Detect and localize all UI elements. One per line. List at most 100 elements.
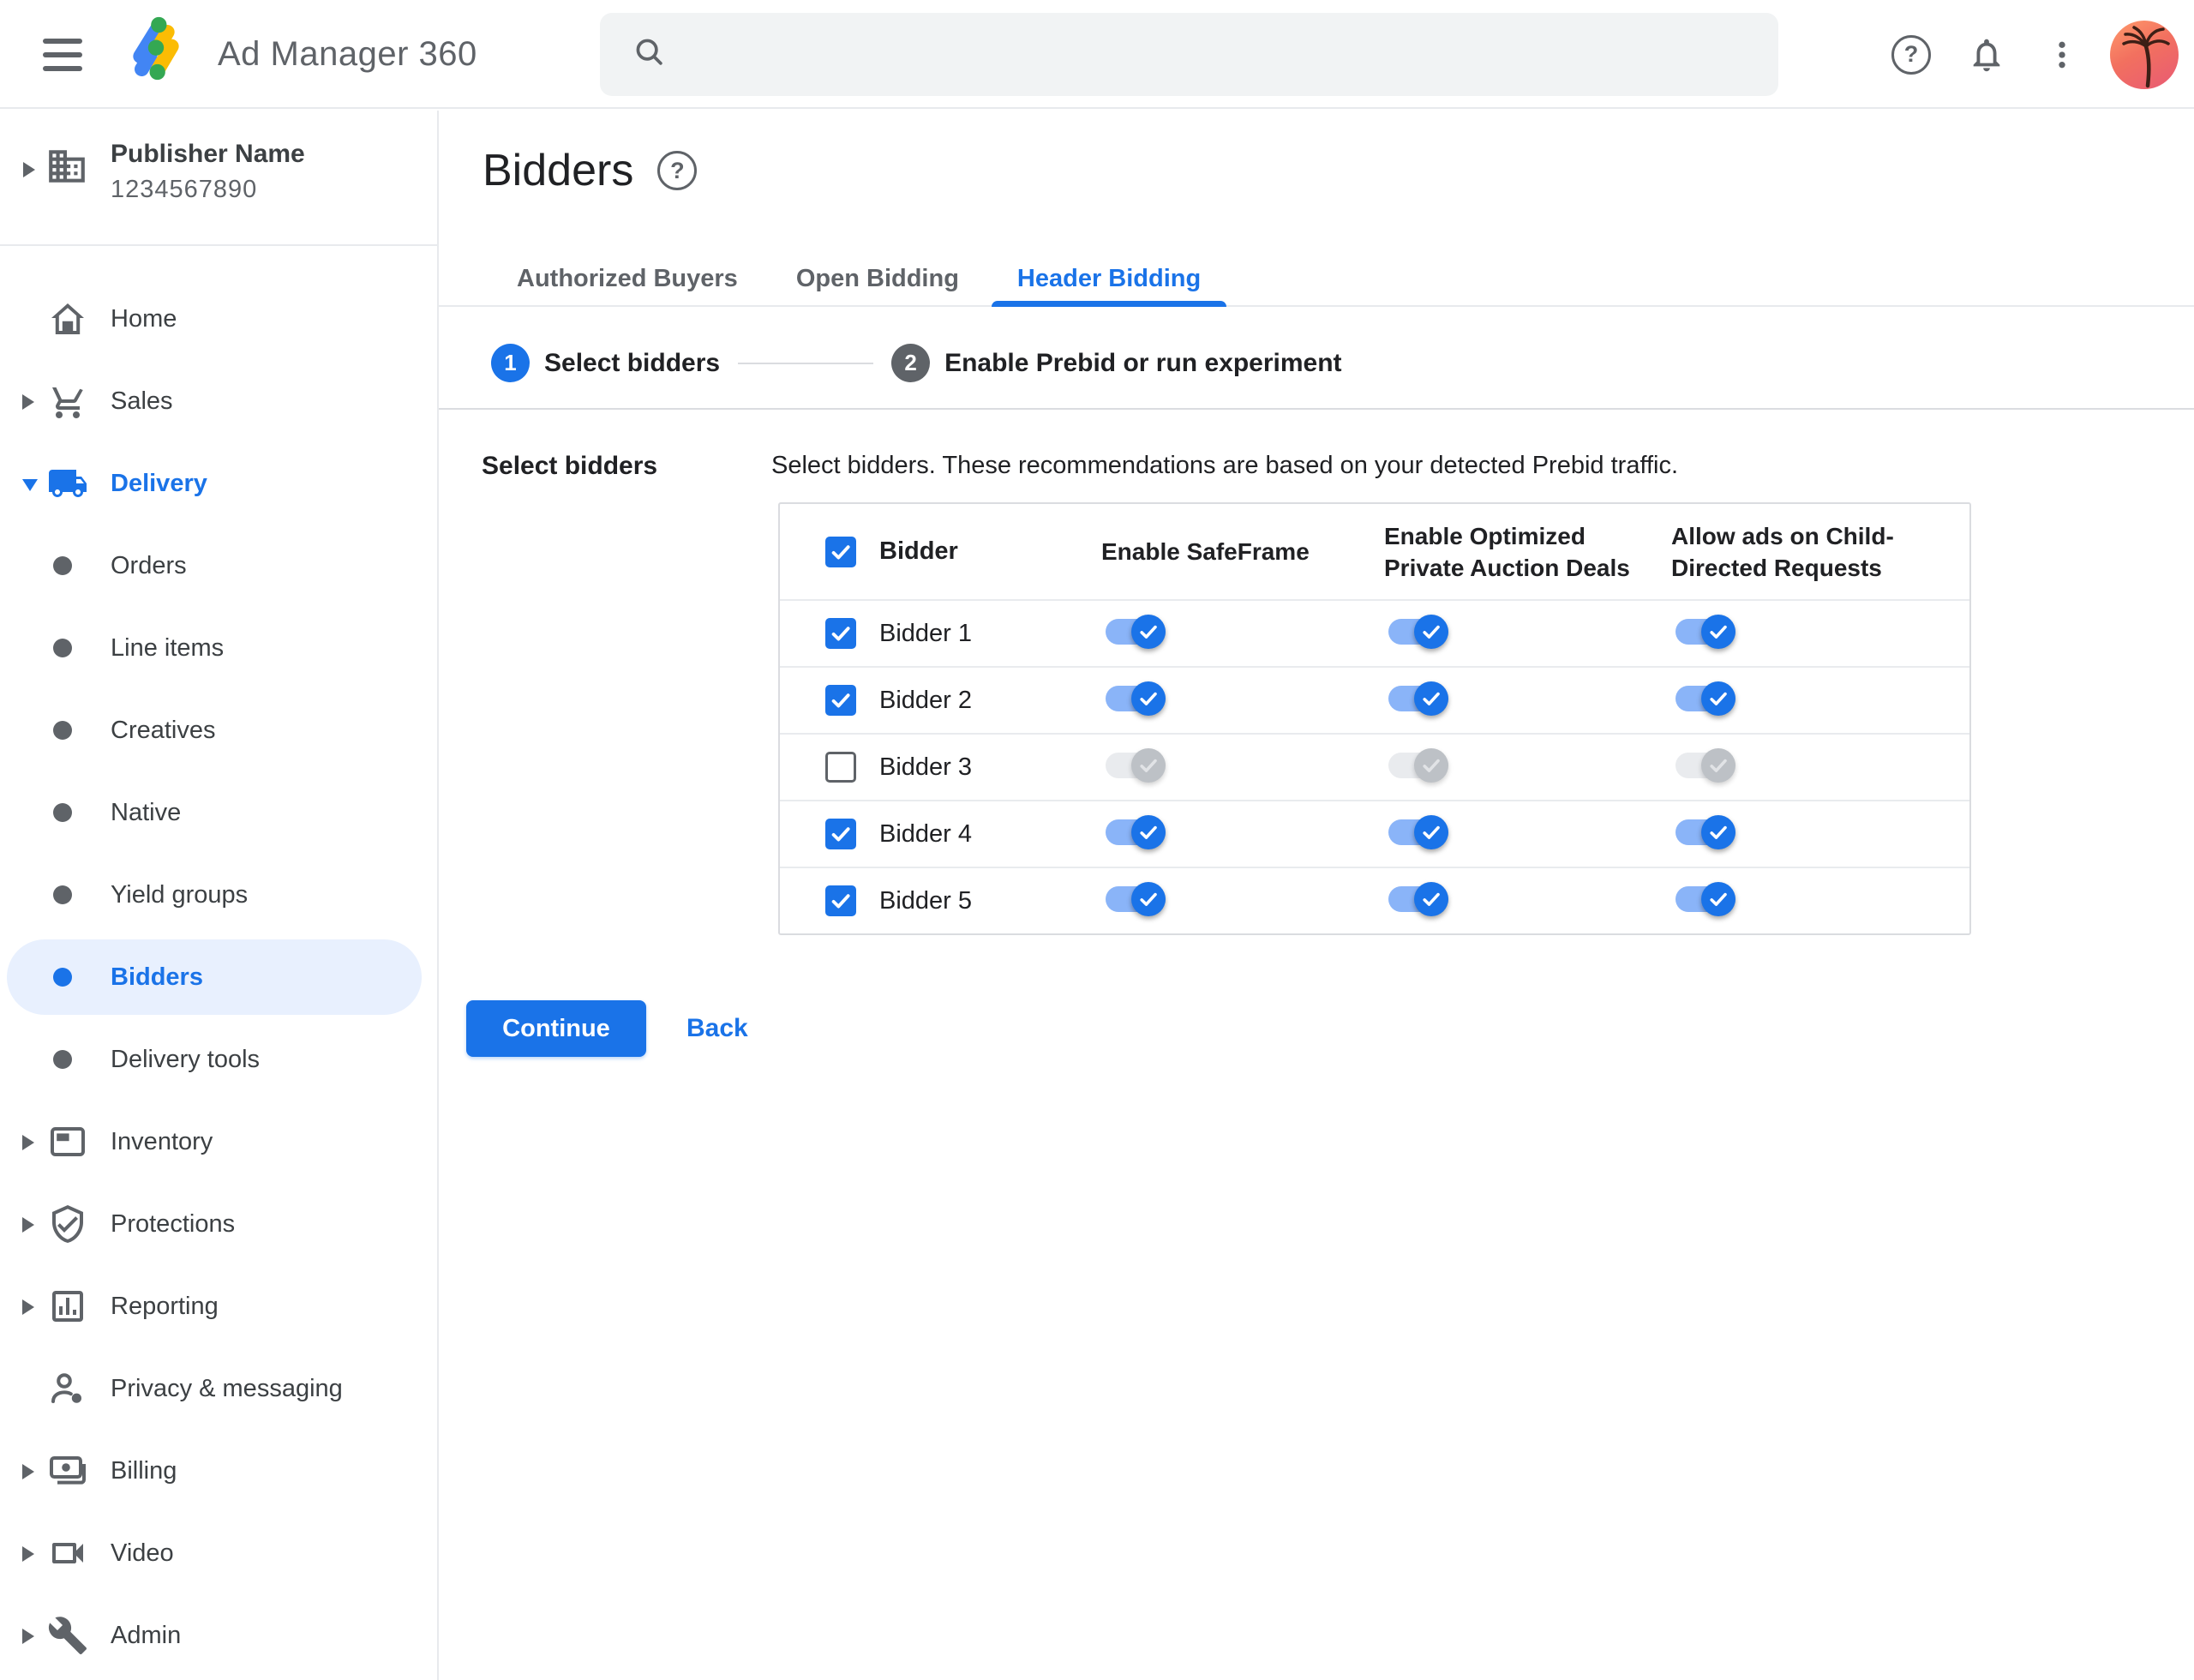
checkbox-unchecked[interactable]: [825, 752, 856, 783]
topbar: Ad Manager 360 ?: [0, 0, 2194, 109]
bidder-name: Bidder 4: [879, 819, 973, 848]
user-avatar[interactable]: [2110, 20, 2179, 89]
sidebar-item-label: Reporting: [111, 1292, 219, 1320]
child-directed-toggle[interactable]: [1675, 681, 1735, 716]
step-1-label: Select bidders: [544, 348, 721, 377]
table-row: Bidder 1: [780, 599, 1969, 666]
section-label: Select bidders: [482, 452, 658, 480]
sidebar-item-label: Privacy & messaging: [111, 1374, 343, 1402]
bar-chart-icon: [47, 1286, 88, 1327]
sidebar-item-label: Inventory: [111, 1127, 213, 1155]
home-icon: [47, 298, 88, 339]
sidebar-item-video[interactable]: Video: [0, 1512, 437, 1594]
step-1-circle[interactable]: 1: [491, 344, 530, 382]
column-header-3: Allow ads on Child-Directed Requests: [1671, 522, 1894, 581]
sidebar-item-label: Delivery tools: [111, 1045, 261, 1073]
child-directed-toggle[interactable]: [1675, 747, 1735, 783]
sidebar-item-inventory[interactable]: Inventory: [0, 1101, 437, 1183]
shield-check-icon: [47, 1203, 88, 1245]
tab-bar: Authorized Buyers Open Bidding Header Bidd…: [439, 252, 2194, 307]
optimized-private-auction-toggle[interactable]: [1388, 747, 1448, 783]
child-directed-toggle[interactable]: [1675, 881, 1735, 916]
sidebar-item-home[interactable]: Home: [0, 278, 437, 360]
arrow-right-icon[interactable]: [22, 1464, 34, 1479]
publisher-selector[interactable]: Publisher Name 1234567890: [0, 111, 437, 244]
safeframe-toggle[interactable]: [1106, 881, 1166, 916]
tab-authorized-buyers[interactable]: Authorized Buyers: [488, 252, 767, 305]
sidebar-item-label: Billing: [111, 1456, 177, 1485]
sidebar-item-billing[interactable]: Billing: [0, 1430, 437, 1512]
sidebar-item-line-items[interactable]: Line items: [0, 607, 437, 689]
bullet-icon: [53, 885, 72, 904]
optimized-private-auction-toggle[interactable]: [1388, 614, 1448, 649]
arrow-right-icon[interactable]: [22, 1546, 34, 1562]
sidebar-item-yield-groups[interactable]: Yield groups: [0, 854, 437, 936]
checkbox-checked[interactable]: [825, 685, 856, 716]
child-directed-toggle[interactable]: [1675, 814, 1735, 849]
sidebar-item-bidders[interactable]: Bidders: [0, 936, 437, 1018]
safeframe-toggle[interactable]: [1106, 747, 1166, 783]
more-vertical-icon[interactable]: [2029, 22, 2095, 87]
arrow-right-icon[interactable]: [22, 1629, 34, 1644]
sidebar-item-creatives[interactable]: Creatives: [0, 689, 437, 771]
sidebar-item-sales[interactable]: Sales: [0, 360, 437, 442]
search-input[interactable]: [600, 13, 1778, 96]
sidebar-item-protections[interactable]: Protections: [0, 1183, 437, 1265]
sidebar-item-delivery-tools[interactable]: Delivery tools: [0, 1018, 437, 1101]
publisher-name: Publisher Name: [111, 140, 305, 168]
sidebar-item-native[interactable]: Native: [0, 771, 437, 854]
step-2-label: Enable Prebid or run experiment: [944, 348, 1342, 377]
continue-button[interactable]: Continue: [466, 1000, 646, 1057]
sidebar-item-label: Delivery: [111, 469, 207, 497]
checkbox-checked[interactable]: [825, 885, 856, 916]
safeframe-toggle[interactable]: [1106, 814, 1166, 849]
child-directed-toggle[interactable]: [1675, 614, 1735, 649]
sidebar-item-label: Sales: [111, 387, 173, 415]
sidebar-item-label: Video: [111, 1539, 174, 1567]
table-row: Bidder 5: [780, 867, 1969, 933]
page-title: Bidders: [483, 146, 634, 195]
tab-open-bidding[interactable]: Open Bidding: [767, 252, 988, 305]
help-icon[interactable]: ?: [1879, 22, 1944, 87]
arrow-right-icon[interactable]: [22, 1299, 34, 1315]
cart-icon: [47, 381, 88, 422]
arrow-down-icon[interactable]: [22, 479, 38, 491]
arrow-right-icon[interactable]: [22, 394, 34, 410]
menu-icon[interactable]: [43, 39, 84, 71]
optimized-private-auction-toggle[interactable]: [1388, 681, 1448, 716]
sidebar-item-orders[interactable]: Orders: [0, 525, 437, 607]
safeframe-toggle[interactable]: [1106, 681, 1166, 716]
bullet-icon: [53, 639, 72, 657]
bullet-icon: [53, 556, 72, 575]
sidebar-item-privacy-messaging[interactable]: Privacy & messaging: [0, 1347, 437, 1430]
sidebar-item-label: Admin: [111, 1621, 182, 1649]
publisher-id: 1234567890: [111, 176, 258, 203]
column-header-1: Enable SafeFrame: [1101, 538, 1310, 565]
active-tab-indicator: [991, 301, 1227, 307]
sidebar-item-label: Orders: [111, 551, 187, 579]
sidebar-item-reporting[interactable]: Reporting: [0, 1265, 437, 1347]
column-header-2: Enable Optimized Private Auction Deals: [1384, 522, 1630, 581]
sidebar-item-label: Home: [111, 304, 177, 333]
back-button[interactable]: Back: [686, 1014, 748, 1043]
sidebar-item-label: Bidders: [111, 963, 203, 991]
videocam-icon: [47, 1533, 88, 1574]
optimized-private-auction-toggle[interactable]: [1388, 881, 1448, 916]
notifications-icon[interactable]: [1954, 22, 2019, 87]
payments-icon: [47, 1450, 88, 1491]
step-2-circle[interactable]: 2: [891, 344, 931, 382]
sidebar-item-delivery[interactable]: Delivery: [0, 442, 437, 525]
checkbox-checked[interactable]: [825, 536, 856, 567]
safeframe-toggle[interactable]: [1106, 614, 1166, 649]
checkbox-checked[interactable]: [825, 819, 856, 849]
bidder-name: Bidder 3: [879, 753, 973, 781]
optimized-private-auction-toggle[interactable]: [1388, 814, 1448, 849]
tab-header-bidding[interactable]: Header Bidding: [988, 252, 1230, 307]
arrow-right-icon[interactable]: [22, 1217, 34, 1233]
page-help-icon[interactable]: ?: [657, 151, 698, 190]
arrow-right-icon[interactable]: [22, 1135, 34, 1150]
sidebar-item-admin[interactable]: Admin: [0, 1594, 437, 1677]
checkbox-checked[interactable]: [825, 618, 856, 649]
table-row: Bidder 3: [780, 733, 1969, 800]
tab-label: Open Bidding: [795, 264, 959, 292]
